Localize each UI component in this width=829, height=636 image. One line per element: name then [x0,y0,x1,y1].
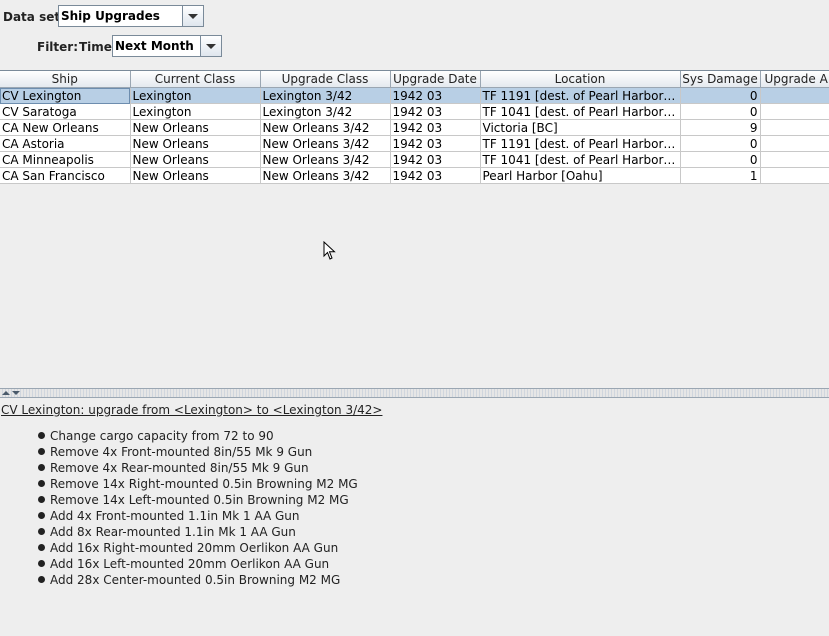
upgrades-table-panel: Ship Current Class Upgrade Class Upgrade… [0,70,829,389]
table-row[interactable]: CV Lexington Lexington Lexington 3/42 19… [0,87,829,104]
cell-upgrade-date[interactable]: 1942 03 [390,167,481,184]
dataset-select-value: Ship Upgrades [59,6,183,26]
cell-location[interactable]: TF 1041 [dest. of Pearl Harbor [Oa... [480,103,681,120]
cell-sys-damage[interactable]: 9 [680,119,761,136]
list-item: Add 16x Left-mounted 20mm Oerlikon AA Gu… [36,556,358,572]
cell-current-class[interactable]: New Orleans [130,135,261,152]
cell-upgrade-all[interactable] [760,119,829,136]
table-row[interactable]: CA Minneapolis New Orleans New Orleans 3… [0,151,829,168]
time-filter-value: Next Month [113,36,201,56]
column-header-sys-damage[interactable]: Sys Damage [680,71,761,88]
filter-label: Filter: [37,40,79,54]
cell-upgrade-all[interactable] [760,103,829,120]
cell-sys-damage[interactable]: 0 [680,87,761,104]
chevron-up-icon[interactable] [2,391,10,395]
cell-upgrade-class[interactable]: New Orleans 3/42 [260,151,391,168]
column-header-ship[interactable]: Ship [0,71,131,88]
cell-current-class[interactable]: Lexington [130,103,261,120]
upgrades-table: Ship Current Class Upgrade Class Upgrade… [0,71,829,184]
upgrade-change-list: Change cargo capacity from 72 to 90 Remo… [36,428,358,588]
split-pane-divider[interactable] [0,388,829,398]
list-item: Change cargo capacity from 72 to 90 [36,428,358,444]
cell-upgrade-all[interactable] [760,87,829,104]
cell-upgrade-class[interactable]: Lexington 3/42 [260,103,391,120]
cell-upgrade-all[interactable] [760,167,829,184]
cell-upgrade-class[interactable]: New Orleans 3/42 [260,119,391,136]
cell-upgrade-date[interactable]: 1942 03 [390,87,481,104]
cell-ship[interactable]: CA Astoria [0,135,131,152]
column-header-location[interactable]: Location [480,71,681,88]
list-item: Remove 14x Right-mounted 0.5in Browning … [36,476,358,492]
table-row[interactable]: CA Astoria New Orleans New Orleans 3/42 … [0,135,829,152]
cell-location[interactable]: TF 1191 [dest. of Pearl Harbor [Oa... [480,87,681,104]
cell-upgrade-date[interactable]: 1942 03 [390,151,481,168]
cell-upgrade-class[interactable]: New Orleans 3/42 [260,167,391,184]
list-item: Remove 4x Front-mounted 8in/55 Mk 9 Gun [36,444,358,460]
mouse-pointer-icon [323,241,336,260]
list-item: Add 16x Right-mounted 20mm Oerlikon AA G… [36,540,358,556]
cell-ship[interactable]: CA San Francisco [0,167,131,184]
list-item: Remove 4x Rear-mounted 8in/55 Mk 9 Gun [36,460,358,476]
cell-current-class[interactable]: New Orleans [130,151,261,168]
cell-sys-damage[interactable]: 0 [680,103,761,120]
cell-sys-damage[interactable]: 0 [680,151,761,168]
cell-upgrade-date[interactable]: 1942 03 [390,135,481,152]
time-filter-select[interactable]: Next Month [112,35,222,57]
cell-upgrade-class[interactable]: Lexington 3/42 [260,87,391,104]
table-row[interactable]: CA New Orleans New Orleans New Orleans 3… [0,119,829,136]
cell-upgrade-all[interactable] [760,151,829,168]
column-header-current-class[interactable]: Current Class [130,71,261,88]
cell-upgrade-date[interactable]: 1942 03 [390,103,481,120]
table-row[interactable]: CV Saratoga Lexington Lexington 3/42 194… [0,103,829,120]
cell-upgrade-date[interactable]: 1942 03 [390,119,481,136]
cell-sys-damage[interactable]: 0 [680,135,761,152]
chevron-down-icon[interactable] [200,36,221,56]
dataset-label: Data set: [3,10,65,24]
upgrade-detail-title: CV Lexington: upgrade from <Lexington> t… [1,403,383,417]
dataset-select[interactable]: Ship Upgrades [58,5,204,27]
cell-location[interactable]: Pearl Harbor [Oahu] [480,167,681,184]
table-row[interactable]: CA San Francisco New Orleans New Orleans… [0,167,829,184]
cell-current-class[interactable]: New Orleans [130,119,261,136]
list-item: Add 4x Front-mounted 1.1in Mk 1 AA Gun [36,508,358,524]
cell-ship[interactable]: CV Lexington [0,87,131,104]
list-item: Remove 14x Left-mounted 0.5in Browning M… [36,492,358,508]
chevron-down-icon[interactable] [182,6,203,26]
column-header-upgrade-all[interactable]: Upgrade All [760,71,829,88]
table-header-row: Ship Current Class Upgrade Class Upgrade… [0,71,829,88]
cell-location[interactable]: TF 1041 [dest. of Pearl Harbor [Oa... [480,151,681,168]
cell-location[interactable]: Victoria [BC] [480,119,681,136]
cell-ship[interactable]: CA New Orleans [0,119,131,136]
cell-current-class[interactable]: New Orleans [130,167,261,184]
list-item: Add 28x Center-mounted 0.5in Browning M2… [36,572,358,588]
cell-upgrade-class[interactable]: New Orleans 3/42 [260,135,391,152]
cell-upgrade-all[interactable] [760,135,829,152]
column-header-upgrade-date[interactable]: Upgrade Date [390,71,481,88]
cell-ship[interactable]: CA Minneapolis [0,151,131,168]
cell-location[interactable]: TF 1191 [dest. of Pearl Harbor [Oa... [480,135,681,152]
chevron-down-icon[interactable] [12,391,20,395]
list-item: Add 8x Rear-mounted 1.1in Mk 1 AA Gun [36,524,358,540]
cell-ship[interactable]: CV Saratoga [0,103,131,120]
column-header-upgrade-class[interactable]: Upgrade Class [260,71,391,88]
cell-current-class[interactable]: Lexington [130,87,261,104]
cell-sys-damage[interactable]: 1 [680,167,761,184]
